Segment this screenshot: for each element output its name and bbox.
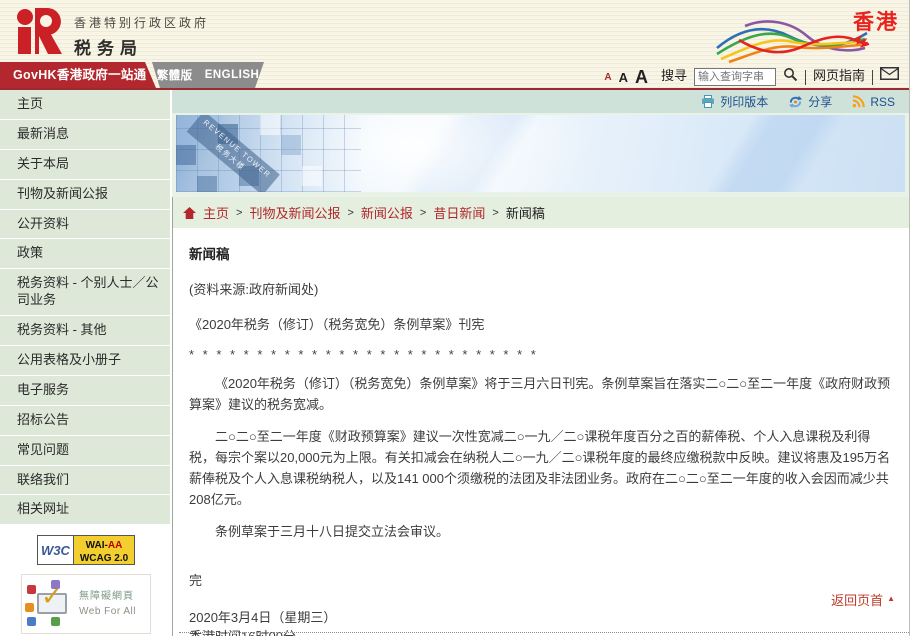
breadcrumb-home[interactable]: 主页 <box>203 203 229 222</box>
gov-title: 香港特别行政区政府 <box>74 14 209 31</box>
brand-hongkong-logo: 香港 <box>715 2 903 64</box>
sidebar-item-whats-new[interactable]: 最新消息 <box>0 120 170 150</box>
english-link[interactable]: ENGLISH <box>205 69 260 81</box>
source-line: (资料来源:政府新闻处) <box>189 279 895 298</box>
language-tab: 繁體版 ENGLISH <box>152 62 264 88</box>
sidebar: 主页 最新消息 关于本局 刊物及新闻公报 公开资料 政策 税务资料 - 个别人士… <box>0 90 172 636</box>
wcag-label: WCAG 2.0 <box>80 553 128 564</box>
sidebar-item-access-to-information[interactable]: 公开资料 <box>0 210 170 240</box>
sidebar-item-publications-press[interactable]: 刊物及新闻公报 <box>0 180 170 210</box>
page: 香港特别行政区政府 税务局 香港 GovHK香港政府一站通 繁體版 ENGLIS… <box>0 0 910 636</box>
traditional-chinese-link[interactable]: 繁體版 <box>157 67 193 83</box>
breadcrumb: 主页 > 刊物及新闻公报 > 新闻公报 > 昔日新闻 > 新闻稿 <box>172 197 909 228</box>
print-version-link[interactable]: 列印版本 <box>701 93 768 110</box>
sidebar-item-contact-us[interactable]: 联络我们 <box>0 466 170 496</box>
web-for-all-badge[interactable]: ✓ 無障礙網頁 Web For All <box>21 574 151 634</box>
revenue-tower-photo: REVENUE TOWER 税务大楼 <box>176 115 905 192</box>
release-date: 2020年3月4日（星期三） <box>189 610 336 625</box>
sidebar-item-home[interactable]: 主页 <box>0 90 170 120</box>
breadcrumb-separator: > <box>236 207 242 219</box>
wai-label: WAI- <box>86 540 108 551</box>
font-size-small-button[interactable]: A <box>604 73 611 87</box>
article-headline: 《2020年税务（修订）（税务宽免）条例草案》刊宪 <box>189 314 895 333</box>
search-icon <box>783 67 798 82</box>
sidebar-item-tax-info-individuals-businesses[interactable]: 税务资料 - 个别人士／公司业务 <box>0 269 170 316</box>
sidebar-menu: 主页 最新消息 关于本局 刊物及新闻公报 公开资料 政策 税务资料 - 个别人士… <box>0 90 170 525</box>
article-content: 新闻稿 (资料来源:政府新闻处) 《2020年税务（修订）（税务宽免）条例草案》… <box>172 228 909 636</box>
search-input[interactable] <box>694 68 776 86</box>
sidebar-item-forms-pamphlets[interactable]: 公用表格及小册子 <box>0 346 170 376</box>
banner-image: REVENUE TOWER 税务大楼 <box>172 113 909 197</box>
sidebar-item-related-links[interactable]: 相关网址 <box>0 495 170 525</box>
font-size-large-button[interactable]: A <box>635 68 648 87</box>
breadcrumb-separator: > <box>420 207 426 219</box>
ird-logo-icon <box>16 8 64 54</box>
page-toolbar: 列印版本 分享 RSS <box>172 90 909 113</box>
site-guide-link[interactable]: 网页指南 <box>813 65 865 87</box>
department-name: 税务局 <box>74 34 209 59</box>
sidebar-item-electronic-services[interactable]: 电子服务 <box>0 376 170 406</box>
rss-icon <box>852 95 865 108</box>
sidebar-item-tax-info-others[interactable]: 税务资料 - 其他 <box>0 316 170 346</box>
sidebar-item-tender-notices[interactable]: 招标公告 <box>0 406 170 436</box>
wcag-badge[interactable]: W3C WAI-AA WCAG 2.0 <box>37 535 135 565</box>
sidebar-item-faq[interactable]: 常见问题 <box>0 436 170 466</box>
header-titles: 香港特别行政区政府 税务局 <box>74 14 209 59</box>
printer-icon <box>701 95 715 108</box>
divider <box>872 70 873 85</box>
home-icon[interactable] <box>183 207 196 219</box>
site-header: 香港特别行政区政府 税务局 香港 GovHK香港政府一站通 繁體版 ENGLIS… <box>0 0 909 88</box>
back-to-top-link[interactable]: 返回页首 ▲ <box>831 590 895 609</box>
breadcrumb-press-releases[interactable]: 新闻公报 <box>361 203 413 222</box>
breadcrumb-past-news[interactable]: 昔日新闻 <box>433 203 485 222</box>
search-button[interactable] <box>783 67 798 87</box>
sidebar-item-about-us[interactable]: 关于本局 <box>0 150 170 180</box>
paragraph-3: 条例草案于三月十八日提交立法会审议。 <box>189 521 895 542</box>
wfa-english-label: Web For All <box>79 606 136 617</box>
contact-mail-link[interactable] <box>880 67 899 87</box>
breadcrumb-current: 新闻稿 <box>506 203 545 222</box>
breadcrumb-publications[interactable]: 刊物及新闻公报 <box>249 203 340 222</box>
sidebar-item-policies[interactable]: 政策 <box>0 239 170 269</box>
ird-logo[interactable] <box>16 8 64 59</box>
wfa-chinese-label: 無障礙網頁 <box>79 591 134 602</box>
back-to-top-icon: ▲ <box>887 595 895 604</box>
share-icon <box>788 95 803 109</box>
end-marker: 完 <box>189 570 895 589</box>
rss-link[interactable]: RSS <box>852 95 895 109</box>
star-divider: * * * * * * * * * * * * * * * * * * * * … <box>189 347 895 362</box>
brand-text: 香港 <box>853 6 899 36</box>
share-link[interactable]: 分享 <box>788 93 832 110</box>
divider <box>805 70 806 85</box>
breadcrumb-separator: > <box>347 207 353 219</box>
accessibility-badges: W3C WAI-AAWCAG 2.0 ✓ 無障礙網頁 Web For All I… <box>0 525 172 636</box>
utility-nav: A A A 搜寻 网页指南 <box>604 63 899 87</box>
brand-ribbon-icon <box>715 12 873 64</box>
font-size-medium-button[interactable]: A <box>619 71 628 87</box>
search-label: 搜寻 <box>661 65 687 87</box>
page-title: 新闻稿 <box>189 243 895 263</box>
paragraph-2: 二○二○至二一年度《财政预算案》建议一次性宽减二○一九／二○课税年度百分之百的薪… <box>189 426 895 510</box>
web-for-all-icon: ✓ <box>25 581 79 627</box>
breadcrumb-separator: > <box>492 207 498 219</box>
mail-icon <box>880 67 899 80</box>
footer-dotted-divider <box>179 632 909 633</box>
aa-label: AA <box>108 540 122 551</box>
w3c-logo: W3C <box>38 536 74 564</box>
paragraph-1: 《2020年税务（修订）（税务宽免）条例草案》将于三月六日刊宪。条例草案旨在落实… <box>189 373 895 415</box>
main-column: 列印版本 分享 RSS <box>172 90 909 636</box>
govhk-link[interactable]: GovHK香港政府一站通 <box>0 62 156 88</box>
